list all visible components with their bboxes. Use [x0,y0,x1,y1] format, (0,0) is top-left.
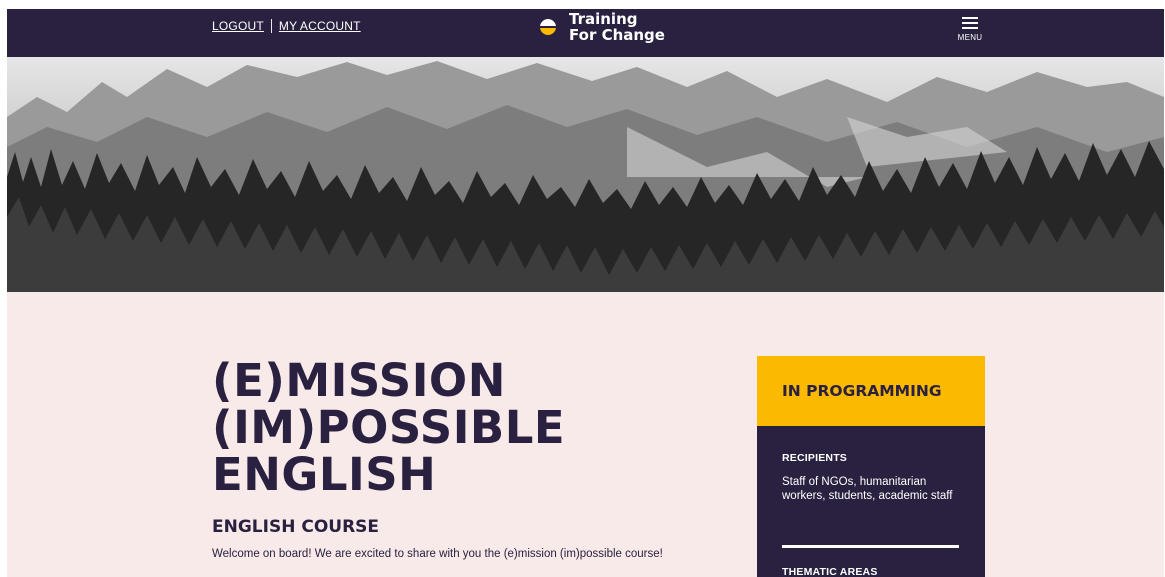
menu-button[interactable]: MENU [955,15,985,42]
course-info-card: IN PROGRAMMING RECIPIENTS Staff of NGOs,… [757,356,985,577]
menu-label: MENU [957,33,983,42]
brand-name: Training For Change [569,11,665,43]
logout-link[interactable]: LOGOUT [212,19,264,33]
top-navigation-bar: LOGOUT MY ACCOUNT Training For Change ME… [7,9,1164,57]
card-heading: IN PROGRAMMING [757,356,985,426]
recipients-label: RECIPIENTS [782,452,848,464]
course-subtitle: ENGLISH COURSE [212,517,380,537]
brand-name-line-1: Training [569,10,638,28]
brand-name-line-2: For Change [569,26,665,44]
card-divider [782,545,959,548]
account-links: LOGOUT MY ACCOUNT [212,19,361,33]
course-title-line-2: (IM)POSSIBLE [212,401,566,454]
brand-logo-link[interactable]: Training For Change [540,11,665,43]
hamburger-icon [962,16,978,19]
divider [270,19,272,33]
recipients-value: Staff of NGOs, humanitarian workers, stu… [782,476,953,502]
hero-image [7,57,1164,292]
course-intro-text: Welcome on board! We are excited to shar… [212,548,663,560]
brand-logo-icon [540,19,556,35]
course-title: (E)MISSION (IM)POSSIBLE ENGLISH [212,357,565,498]
page: LOGOUT MY ACCOUNT Training For Change ME… [7,9,1164,577]
course-title-line-1: (E)MISSION [212,354,506,407]
course-title-line-3: ENGLISH [212,448,437,501]
my-account-link[interactable]: MY ACCOUNT [279,19,361,33]
thematic-areas-label: THEMATIC AREAS [782,566,878,577]
